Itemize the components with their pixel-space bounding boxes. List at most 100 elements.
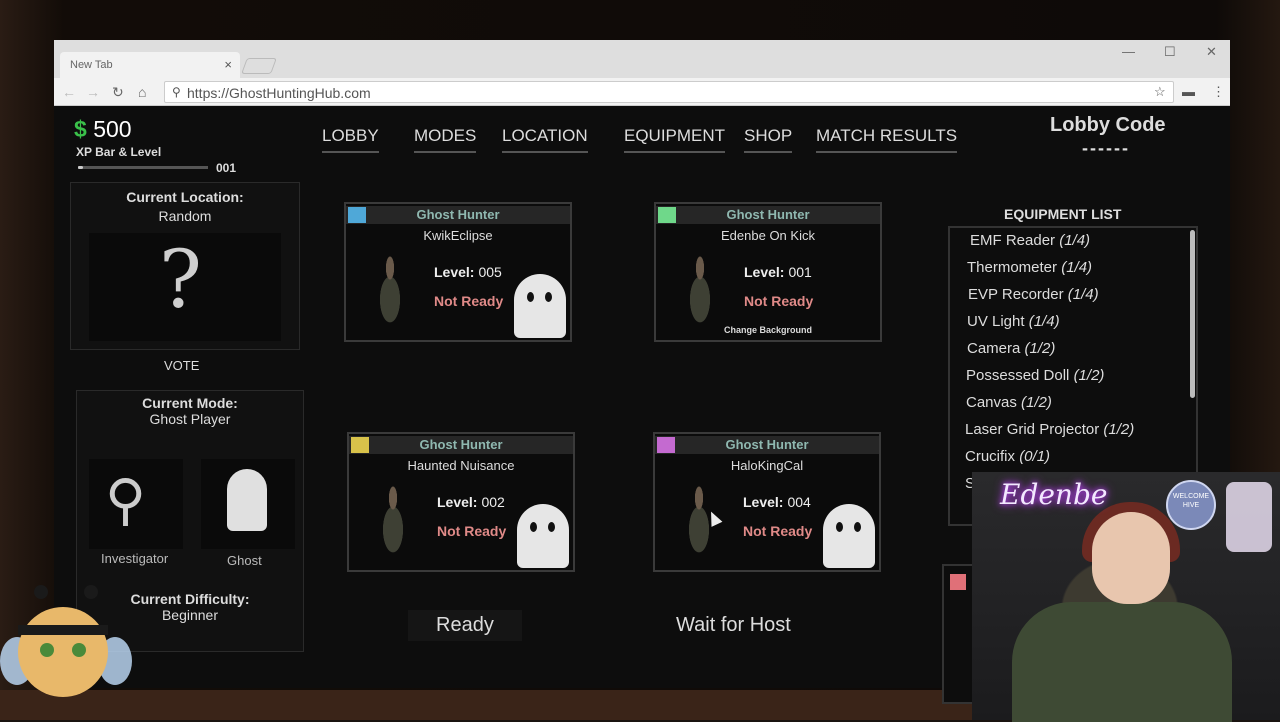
player-card: Ghost Hunter HaloKingCal Level: 004 Not R…: [653, 432, 881, 572]
minimize-icon[interactable]: —: [1122, 44, 1135, 59]
scrollbar[interactable]: [1190, 230, 1195, 398]
lobby-code-value: ------: [1082, 138, 1130, 158]
ghost-option[interactable]: [201, 459, 295, 549]
location-panel: Current Location: Random ?: [70, 182, 300, 350]
equipment-item[interactable]: UV Light (1/4): [967, 313, 1060, 330]
ghost-icon: [227, 469, 267, 531]
menu-shop[interactable]: SHOP: [744, 126, 793, 153]
nav-bar: ← → ↻ ⌂ ⚲ https://GhostHuntingHub.com ☆ …: [54, 78, 1230, 106]
cast-icon[interactable]: ▬: [1182, 84, 1195, 99]
bookmark-star-icon[interactable]: ☆: [1154, 84, 1166, 100]
webcam-overlay: Edenbe WELCOME HIVE: [972, 472, 1280, 722]
level-label: Level:: [744, 264, 785, 280]
player-level: Level: 002: [437, 494, 505, 510]
hive-badge: WELCOME HIVE: [1166, 480, 1216, 530]
equipment-count: (1/2): [1073, 367, 1105, 384]
investigator-option[interactable]: ⚲: [89, 459, 183, 549]
player-avatar: [680, 254, 720, 324]
menu-match-results[interactable]: MATCH RESULTS: [816, 126, 958, 153]
equipment-count: (1/4): [1067, 286, 1099, 303]
level-value: 002: [481, 494, 505, 510]
player-role: Ghost Hunter: [419, 437, 503, 452]
antenna: [84, 585, 98, 599]
browser-tab[interactable]: New Tab ×: [60, 52, 240, 78]
player-card: Ghost Hunter KwikEclipse Level: 005 Not R…: [344, 202, 572, 342]
vote-button[interactable]: VOTE: [164, 358, 199, 373]
home-icon[interactable]: ⌂: [138, 84, 146, 100]
equipment-item[interactable]: Laser Grid Projector (1/2): [965, 421, 1134, 438]
question-mark-icon: ?: [159, 233, 202, 326]
ghost-icon: [823, 504, 875, 568]
maximize-icon[interactable]: ☐: [1164, 44, 1176, 60]
bee-stripe: [18, 625, 108, 635]
player-status: Not Ready: [437, 523, 507, 539]
equipment-count: (0/1): [1019, 448, 1051, 465]
player-level: Level: 001: [744, 264, 812, 280]
xp-label: XP Bar & Level: [76, 145, 162, 159]
menu-lobby[interactable]: LOBBY: [322, 126, 379, 153]
equipment-item[interactable]: Crucifix (0/1): [965, 448, 1050, 465]
equipment-item[interactable]: Camera (1/2): [967, 340, 1055, 357]
player-role: Ghost Hunter: [725, 437, 809, 452]
location-value: Random: [158, 208, 212, 224]
equipment-name: Thermometer: [967, 259, 1058, 276]
equipment-item[interactable]: EMF Reader (1/4): [970, 232, 1090, 249]
cat-face: [18, 607, 108, 697]
streamer-name: Edenbe: [1000, 478, 1108, 511]
player-name: Edenbe On Kick: [721, 228, 815, 243]
address-bar[interactable]: ⚲ https://GhostHuntingHub.com: [164, 81, 1174, 103]
player-status: Not Ready: [743, 523, 813, 539]
equipment-name: Camera: [967, 340, 1021, 357]
close-window-icon[interactable]: ✕: [1206, 44, 1217, 60]
change-background-button[interactable]: Change Background: [656, 325, 880, 335]
equipment-name: UV Light: [967, 313, 1025, 330]
menu-location[interactable]: LOCATION: [502, 126, 588, 153]
xp-level: 001: [216, 161, 237, 175]
equipment-item[interactable]: Possessed Doll (1/2): [966, 367, 1104, 384]
player-level: Level: 004: [743, 494, 811, 510]
forward-icon[interactable]: →: [86, 84, 100, 100]
menu-modes[interactable]: MODES: [414, 126, 477, 153]
equipment-item[interactable]: Canvas (1/2): [966, 394, 1052, 411]
equipment-count: (1/2): [1021, 394, 1052, 411]
wait-for-host-button[interactable]: Wait for Host: [648, 610, 819, 641]
search-icon: ⚲: [172, 85, 181, 99]
player-name: KwikEclipse: [423, 228, 493, 243]
xp-bar-fill: [78, 166, 84, 169]
player-color-swatch: [950, 574, 966, 590]
eye: [40, 643, 54, 657]
equipment-count: (1/4): [1059, 232, 1091, 249]
investigator-label: Investigator: [101, 551, 169, 566]
honeycomb-decoration: [1226, 482, 1272, 552]
player-status: Not Ready: [434, 293, 504, 309]
equipment-list-title: EQUIPMENT LIST: [1004, 206, 1122, 222]
equipment-count: (1/2): [1024, 340, 1056, 357]
new-tab-button[interactable]: [241, 58, 277, 74]
dollar-icon: $: [74, 116, 87, 142]
equipment-name: EMF Reader: [970, 232, 1056, 249]
player-name: Haunted Nuisance: [407, 458, 515, 473]
back-icon[interactable]: ←: [62, 84, 76, 100]
mode-value: Ghost Player: [149, 411, 231, 427]
level-label: Level:: [743, 494, 784, 510]
location-image: ?: [89, 233, 281, 341]
antenna: [34, 585, 48, 599]
equipment-count: (1/4): [1028, 313, 1060, 330]
reload-icon[interactable]: ↻: [112, 84, 124, 101]
equipment-name: Canvas: [966, 394, 1017, 411]
money-display: $ 500: [74, 116, 132, 143]
equipment-item[interactable]: Thermometer (1/4): [967, 259, 1092, 276]
streamer-face: [1092, 512, 1170, 604]
mode-label: Current Mode:: [142, 395, 238, 411]
player-card: Ghost Hunter Haunted Nuisance Level: 002 …: [347, 432, 575, 572]
player-level: Level: 005: [434, 264, 502, 280]
level-label: Level:: [437, 494, 478, 510]
player-avatar: [370, 254, 410, 324]
equipment-item[interactable]: EVP Recorder (1/4): [968, 286, 1099, 303]
tab-close-icon[interactable]: ×: [224, 57, 232, 72]
ghost-icon: [517, 504, 569, 568]
menu-icon[interactable]: ⋮: [1212, 84, 1225, 100]
menu-equipment[interactable]: EQUIPMENT: [624, 126, 726, 153]
ready-button[interactable]: Ready: [408, 610, 522, 641]
tab-title: New Tab: [70, 59, 113, 71]
